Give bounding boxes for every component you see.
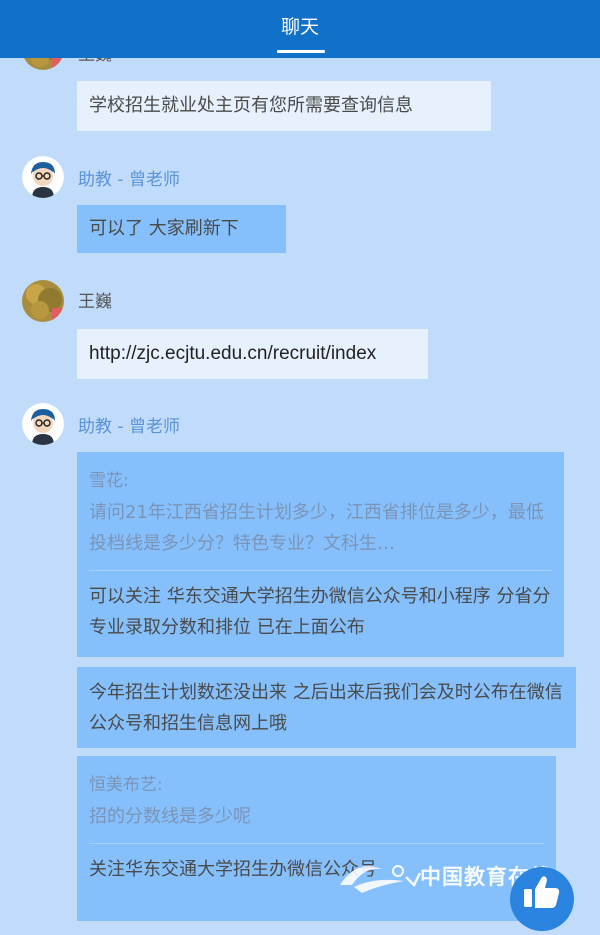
message-bubble: 学校招生就业处主页有您所需要查询信息 xyxy=(77,81,491,131)
watermark-logo-icon xyxy=(340,865,422,893)
message-bubble: 今年招生计划数还没出来 之后出来后我们会及时公布在微信公众号和招生信息网上哦 xyxy=(77,667,576,748)
sender-name: 助教 - 曾老师 xyxy=(78,417,180,437)
teacher-avatar xyxy=(22,156,64,198)
message-bubble: 可以了 大家刷新下 xyxy=(77,205,286,253)
tab-active-indicator xyxy=(277,50,325,53)
student-avatar xyxy=(22,280,64,322)
like-button[interactable] xyxy=(510,867,574,931)
tab-chat[interactable]: 聊天 xyxy=(0,14,600,40)
chat-header: 聊天 xyxy=(0,0,600,58)
sender-name: 王巍 xyxy=(78,292,112,312)
thumbs-up-icon xyxy=(524,876,560,908)
chat-message-list[interactable]: 王巍 学校招生就业处主页有您所需要查询信息 助教 - 曾老师 可以了 大家刷新下… xyxy=(0,58,600,921)
quoted-reply-bubble: 雪花: 请问21年江西省招生计划多少，江西省排位是多少，最低投档线是多少分？特色… xyxy=(77,452,564,657)
quoted-text: 招的分数线是多少呢 xyxy=(89,806,251,827)
teacher-avatar xyxy=(22,403,64,445)
message-bubble[interactable]: http://zjc.ecjtu.edu.cn/recruit/index xyxy=(77,329,428,379)
quoted-sender: 雪花: xyxy=(89,471,129,491)
sender-name: 王巍 xyxy=(78,58,112,66)
quoted-message: 雪花: 请问21年江西省招生计划多少，江西省排位是多少，最低投档线是多少分？特色… xyxy=(77,452,564,559)
reply-text: 可以关注 华东交通大学招生办微信公众号和小程序 分省分专业录取分数和排位 已在上… xyxy=(89,586,551,638)
quoted-sender: 恒美布艺: xyxy=(89,775,163,795)
watermark-logo: 中国教育在线 xyxy=(334,855,551,897)
quoted-message: 恒美布艺: 招的分数线是多少呢 xyxy=(77,756,556,832)
sender-name: 助教 - 曾老师 xyxy=(78,170,180,190)
quoted-text: 请问21年江西省招生计划多少，江西省排位是多少，最低投档线是多少分？特色专业？文… xyxy=(89,502,544,554)
student-avatar xyxy=(22,58,64,70)
